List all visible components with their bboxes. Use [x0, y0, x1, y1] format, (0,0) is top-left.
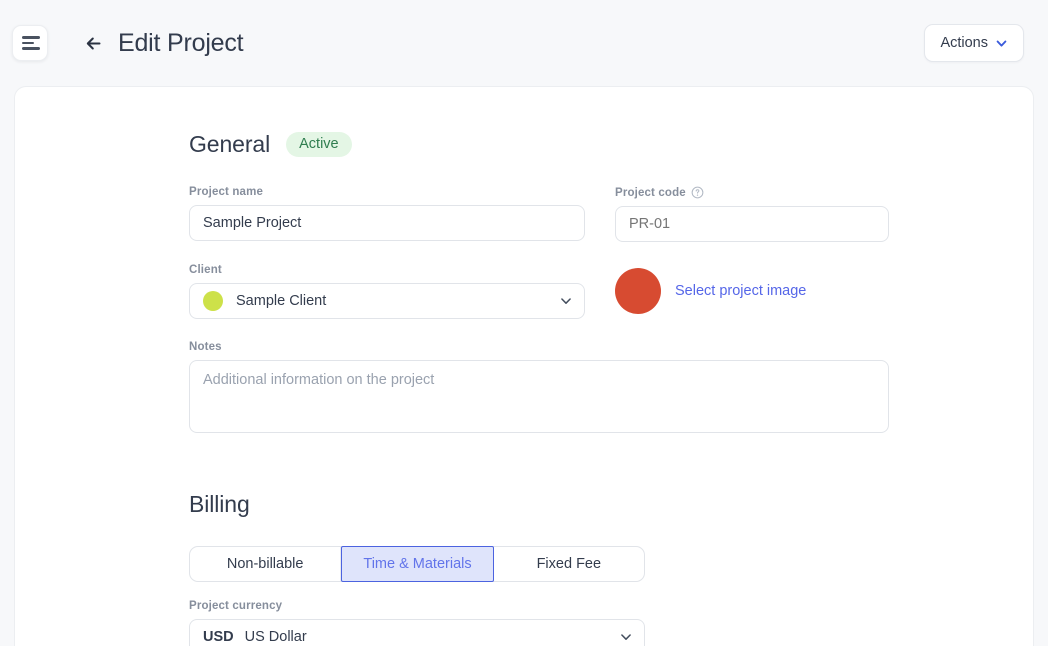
content-card: General Active Project name Project code — [14, 86, 1034, 646]
billing-type-option-time-and-materials[interactable]: Time & Materials — [341, 546, 494, 582]
general-section-header: General Active — [189, 131, 889, 158]
chevron-down-icon — [619, 630, 633, 644]
hamburger-menu-icon-line-1 — [22, 36, 40, 39]
client-image-row: Client Sample Client Select project imag… — [189, 264, 889, 319]
notes-label: Notes — [189, 341, 222, 353]
actions-button[interactable]: Actions — [924, 24, 1024, 62]
client-select-value-group: Sample Client — [203, 291, 326, 311]
project-code-label: Project code — [615, 186, 889, 199]
client-select[interactable]: Sample Client — [189, 283, 585, 319]
billing-type-option-fixed-fee[interactable]: Fixed Fee — [494, 547, 644, 581]
select-project-image-link[interactable]: Select project image — [675, 283, 806, 299]
status-badge: Active — [286, 131, 352, 158]
billing-type-option-non-billable[interactable]: Non-billable — [190, 547, 342, 581]
project-code-input[interactable] — [615, 206, 889, 242]
currency-name: US Dollar — [244, 629, 307, 645]
project-currency-label: Project currency — [189, 600, 283, 612]
client-label: Client — [189, 264, 222, 276]
notes-field: Notes — [189, 341, 889, 433]
project-image-field: Select project image — [615, 264, 806, 319]
project-form: General Active Project name Project code — [189, 131, 889, 646]
client-field: Client Sample Client — [189, 264, 585, 319]
chevron-down-icon — [559, 294, 573, 308]
project-currency-select[interactable]: USD US Dollar — [189, 619, 645, 646]
question-circle-icon[interactable] — [691, 186, 704, 199]
client-select-value: Sample Client — [236, 293, 327, 309]
currency-code: USD — [203, 629, 234, 645]
billing-section-header: Billing — [189, 491, 889, 518]
currency-value-group: USD US Dollar — [203, 629, 307, 645]
hamburger-menu-icon-line-3 — [22, 47, 40, 50]
project-name-input[interactable] — [189, 205, 585, 241]
project-code-field: Project code — [615, 186, 889, 242]
project-name-field: Project name — [189, 186, 585, 242]
actions-button-label: Actions — [940, 35, 988, 51]
arrow-left-icon[interactable] — [82, 32, 104, 54]
chevron-down-icon — [995, 37, 1008, 50]
name-code-row: Project name Project code — [189, 186, 889, 242]
top-bar: Edit Project Actions — [0, 0, 1048, 86]
notes-textarea[interactable] — [189, 360, 889, 433]
project-name-label: Project name — [189, 186, 264, 198]
billing-section-title: Billing — [189, 491, 250, 517]
content-card-inner: General Active Project name Project code — [15, 87, 1033, 646]
hamburger-menu-icon-line-2 — [22, 41, 34, 45]
project-image-avatar[interactable] — [615, 268, 661, 314]
project-currency-field: Project currency USD US Dollar — [189, 600, 889, 646]
general-section-title: General — [189, 131, 271, 157]
project-image-picker[interactable]: Select project image — [615, 268, 806, 314]
client-avatar — [203, 291, 223, 311]
hamburger-menu-button[interactable] — [12, 25, 48, 61]
billing-type-segmented-control[interactable]: Non-billable Time & Materials Fixed Fee — [189, 546, 645, 582]
page-title: Edit Project — [118, 28, 244, 57]
project-code-label-text: Project code — [615, 186, 686, 199]
